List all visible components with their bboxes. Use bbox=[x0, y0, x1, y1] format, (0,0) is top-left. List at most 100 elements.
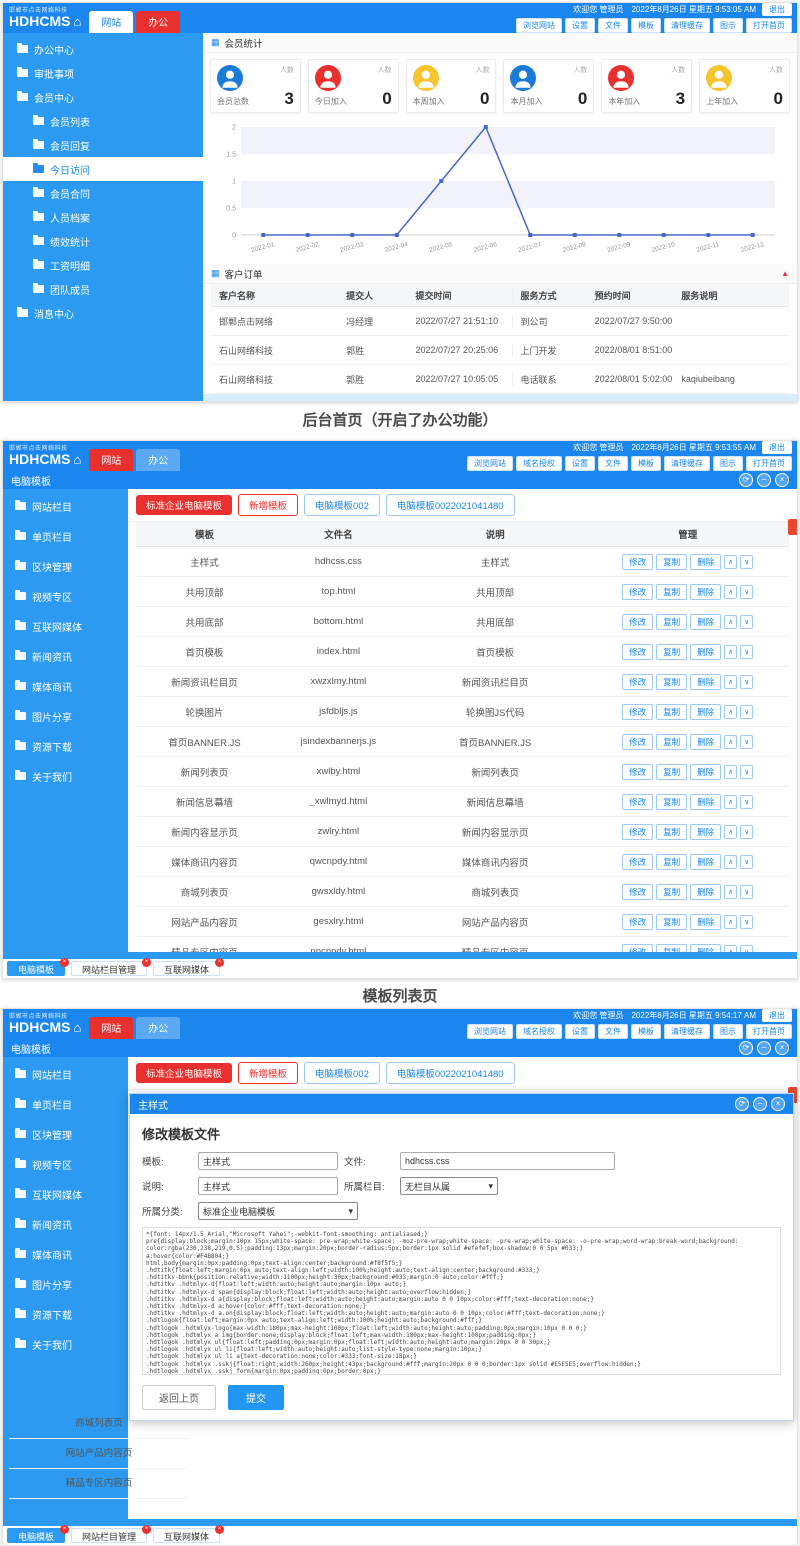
copy-button[interactable]: 复制 bbox=[656, 914, 687, 930]
tab-standard-template[interactable]: 标准企业电脑模板 bbox=[136, 1063, 232, 1083]
sidebar-item[interactable]: 单页栏目 bbox=[3, 1089, 128, 1119]
tab-new-template[interactable]: 新增模板 bbox=[238, 1062, 298, 1084]
minimize-icon[interactable]: − bbox=[757, 1041, 771, 1055]
toolbar-button[interactable]: 清理缓存 bbox=[664, 456, 710, 471]
close-badge-icon[interactable]: × bbox=[60, 958, 69, 967]
edit-button[interactable]: 修改 bbox=[622, 614, 653, 630]
move-up-button[interactable]: ∧ bbox=[724, 615, 737, 629]
toolbar-button[interactable]: 设置 bbox=[565, 18, 595, 33]
move-down-button[interactable]: ∨ bbox=[740, 585, 753, 599]
tab-website[interactable]: 网站 bbox=[89, 11, 133, 33]
move-up-button[interactable]: ∧ bbox=[724, 705, 737, 719]
template-code-editor[interactable]: *{font: 14px/1.5 Arial,"Microsoft Yahei"… bbox=[142, 1227, 781, 1375]
sidebar-item[interactable]: 视频专区 bbox=[3, 581, 128, 611]
tab-website[interactable]: 网站 bbox=[89, 449, 133, 471]
toolbar-button[interactable]: 图示 bbox=[713, 456, 743, 471]
tab-template-002[interactable]: 电脑模板002 bbox=[304, 494, 380, 516]
close-icon[interactable]: × bbox=[771, 1097, 785, 1111]
delete-button[interactable]: 删除 bbox=[690, 824, 721, 840]
sidebar-item[interactable]: 新闻资讯 bbox=[3, 641, 128, 671]
copy-button[interactable]: 复制 bbox=[656, 794, 687, 810]
edit-button[interactable]: 修改 bbox=[622, 764, 653, 780]
sidebar-item[interactable]: 人员档案 bbox=[3, 205, 203, 229]
move-up-button[interactable]: ∧ bbox=[724, 795, 737, 809]
logout-button[interactable]: 退出 bbox=[762, 1009, 792, 1022]
sidebar-item[interactable]: 办公中心 bbox=[3, 37, 203, 61]
refresh-icon[interactable]: ⟳ bbox=[735, 1097, 749, 1111]
toolbar-button[interactable]: 模板 bbox=[631, 1024, 661, 1039]
sidebar-item[interactable]: 网站栏目 bbox=[3, 1059, 128, 1089]
move-down-button[interactable]: ∨ bbox=[740, 705, 753, 719]
move-down-button[interactable]: ∨ bbox=[740, 645, 753, 659]
edit-button[interactable]: 修改 bbox=[622, 674, 653, 690]
edit-button[interactable]: 修改 bbox=[622, 824, 653, 840]
toolbar-button[interactable]: 清理缓存 bbox=[664, 1024, 710, 1039]
category-select[interactable]: 标准企业电脑模板▾ bbox=[198, 1202, 358, 1220]
move-down-button[interactable]: ∨ bbox=[740, 735, 753, 749]
copy-button[interactable]: 复制 bbox=[656, 554, 687, 570]
move-down-button[interactable]: ∨ bbox=[740, 825, 753, 839]
toolbar-button[interactable]: 模板 bbox=[631, 18, 661, 33]
delete-button[interactable]: 删除 bbox=[690, 674, 721, 690]
template-name-input[interactable] bbox=[198, 1152, 338, 1170]
tab-office[interactable]: 办公 bbox=[136, 449, 180, 471]
copy-button[interactable]: 复制 bbox=[656, 644, 687, 660]
move-up-button[interactable]: ∧ bbox=[724, 915, 737, 929]
toolbar-button[interactable]: 打开首页 bbox=[746, 1024, 792, 1039]
delete-button[interactable]: 删除 bbox=[690, 854, 721, 870]
tab-new-template[interactable]: 新增模板 bbox=[238, 494, 298, 516]
sidebar-item[interactable]: 关于我们 bbox=[3, 1329, 128, 1359]
sidebar-item[interactable]: 媒体商讯 bbox=[3, 671, 128, 701]
submit-button[interactable]: 提交 bbox=[228, 1385, 284, 1410]
move-up-button[interactable]: ∧ bbox=[724, 735, 737, 749]
delete-button[interactable]: 删除 bbox=[690, 644, 721, 660]
move-down-button[interactable]: ∨ bbox=[740, 795, 753, 809]
toolbar-button[interactable]: 打开首页 bbox=[746, 456, 792, 471]
sidebar-item[interactable]: 视频专区 bbox=[3, 1149, 128, 1179]
tab-template-0022021041480[interactable]: 电脑模板0022021041480 bbox=[386, 494, 515, 516]
sidebar-item[interactable]: 网站栏目 bbox=[3, 491, 128, 521]
close-badge-icon[interactable]: × bbox=[60, 1525, 69, 1534]
close-icon[interactable]: × bbox=[775, 473, 789, 487]
toolbar-button[interactable]: 浏览网站 bbox=[467, 456, 513, 471]
move-up-button[interactable]: ∧ bbox=[724, 555, 737, 569]
edit-button[interactable]: 修改 bbox=[622, 584, 653, 600]
sidebar-item[interactable]: 资源下载 bbox=[3, 731, 128, 761]
sidebar-item[interactable]: 会员回复 bbox=[3, 133, 203, 157]
sidebar-item[interactable]: 审批事项 bbox=[3, 61, 203, 85]
move-down-button[interactable]: ∨ bbox=[740, 885, 753, 899]
minimize-icon[interactable]: − bbox=[753, 1097, 767, 1111]
move-down-button[interactable]: ∨ bbox=[740, 915, 753, 929]
taskbar-tab[interactable]: 互联网媒体× bbox=[153, 961, 220, 976]
delete-button[interactable]: 删除 bbox=[690, 794, 721, 810]
sidebar-item[interactable]: 区块管理 bbox=[3, 1119, 128, 1149]
file-name-input[interactable] bbox=[400, 1152, 615, 1170]
sidebar-item[interactable]: 绩效统计 bbox=[3, 229, 203, 253]
move-up-button[interactable]: ∧ bbox=[724, 885, 737, 899]
delete-button[interactable]: 删除 bbox=[690, 704, 721, 720]
bookmark-icon[interactable] bbox=[788, 519, 797, 535]
collapse-icon[interactable]: ▲ bbox=[781, 269, 789, 278]
sidebar-item[interactable]: 今日访问 bbox=[3, 157, 203, 181]
move-down-button[interactable]: ∨ bbox=[740, 855, 753, 869]
toolbar-button[interactable]: 浏览网站 bbox=[467, 1024, 513, 1039]
table-row[interactable]: 邯郸点击网络 冯经理 2022/07/27 21:51:10 到公司 2022/… bbox=[211, 307, 789, 336]
toolbar-button[interactable]: 设置 bbox=[565, 1024, 595, 1039]
toolbar-button[interactable]: 文件 bbox=[598, 1024, 628, 1039]
delete-button[interactable]: 删除 bbox=[690, 614, 721, 630]
sidebar-item[interactable]: 图片分享 bbox=[3, 701, 128, 731]
sidebar-item[interactable]: 新闻资讯 bbox=[3, 1209, 128, 1239]
edit-button[interactable]: 修改 bbox=[622, 734, 653, 750]
sidebar-item[interactable]: 会员中心 bbox=[3, 85, 203, 109]
toolbar-button[interactable]: 浏览网站 bbox=[516, 18, 562, 33]
sidebar-item[interactable]: 图片分享 bbox=[3, 1269, 128, 1299]
toolbar-button[interactable]: 文件 bbox=[598, 456, 628, 471]
tab-standard-template[interactable]: 标准企业电脑模板 bbox=[136, 495, 232, 515]
taskbar-tab[interactable]: 网站栏目管理× bbox=[71, 961, 147, 976]
close-badge-icon[interactable]: × bbox=[142, 1525, 151, 1534]
copy-button[interactable]: 复制 bbox=[656, 704, 687, 720]
sidebar-item[interactable]: 媒体商讯 bbox=[3, 1239, 128, 1269]
sidebar-item[interactable]: 会员列表 bbox=[3, 109, 203, 133]
copy-button[interactable]: 复制 bbox=[656, 674, 687, 690]
sidebar-item[interactable]: 单页栏目 bbox=[3, 521, 128, 551]
